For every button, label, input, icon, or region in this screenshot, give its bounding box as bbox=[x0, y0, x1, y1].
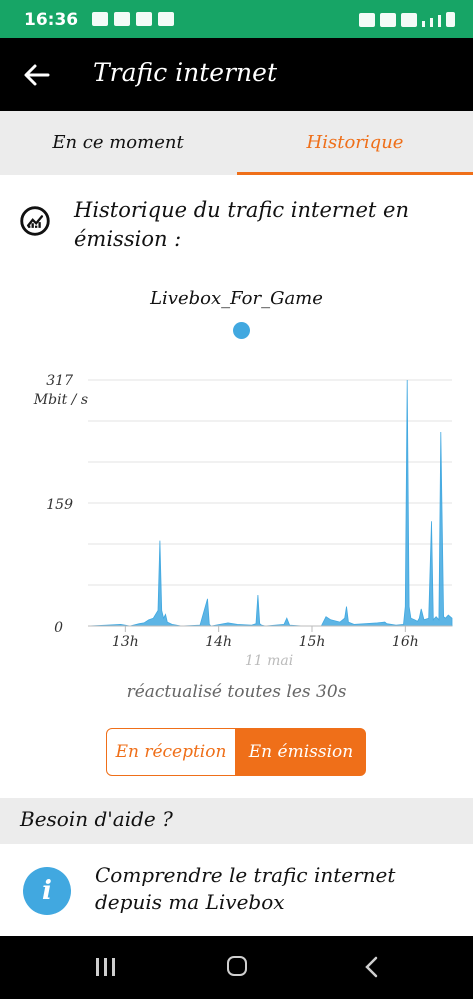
nav-back-icon[interactable] bbox=[362, 956, 382, 978]
gallery-icon bbox=[136, 12, 152, 26]
tab-en-ce-moment[interactable]: En ce moment bbox=[0, 111, 236, 175]
info-icon: i bbox=[23, 867, 71, 915]
system-nav-bar bbox=[0, 936, 473, 999]
signal-bar-icon bbox=[438, 15, 441, 27]
reception-button[interactable]: En réception bbox=[106, 728, 236, 776]
home-icon[interactable] bbox=[227, 956, 247, 976]
tab-label: Historique bbox=[306, 132, 404, 153]
traffic-chart: 317 Mbit / s 159 0 13h 14h 15h 16h 11 mai bbox=[33, 373, 453, 669]
signal-bar-icon bbox=[430, 18, 433, 27]
signal-bar-icon bbox=[422, 21, 425, 27]
help-header: Besoin d'aide ? bbox=[0, 798, 473, 844]
help-heading: Besoin d'aide ? bbox=[20, 807, 173, 831]
x-tick-label: 14h bbox=[205, 634, 232, 650]
alarm-icon bbox=[359, 13, 375, 27]
y-axis-label: Mbit / s bbox=[33, 392, 88, 408]
x-tick-label: 15h bbox=[299, 634, 326, 650]
page-title: Trafic internet bbox=[93, 58, 277, 87]
x-tick-label: 13h bbox=[112, 634, 139, 650]
section-title: Historique du trafic internet en émissio… bbox=[74, 198, 409, 251]
y-tick-label: 317 bbox=[46, 373, 73, 389]
snapchat-icon bbox=[92, 12, 108, 26]
help-item-label: Comprendre le trafic internet depuis ma … bbox=[95, 863, 396, 914]
status-bar: 16:36 bbox=[0, 0, 473, 38]
notification-icons bbox=[92, 12, 174, 26]
x-ticks: 13h 14h 15h 16h bbox=[112, 626, 419, 650]
active-tab-indicator bbox=[237, 172, 473, 175]
y-tick-label: 159 bbox=[46, 497, 73, 513]
back-arrow-icon[interactable] bbox=[22, 60, 52, 90]
y-tick-label: 0 bbox=[54, 620, 63, 636]
tab-historique[interactable]: Historique bbox=[237, 111, 473, 175]
system-icons bbox=[359, 12, 455, 27]
gridlines bbox=[88, 379, 452, 627]
tab-label: En ce moment bbox=[52, 132, 184, 153]
x-tick-label: 16h bbox=[392, 634, 419, 650]
app-bar: Trafic internet bbox=[0, 38, 473, 111]
gmail-icon bbox=[114, 12, 130, 26]
legend-label: Livebox_For_Game bbox=[150, 288, 323, 309]
refresh-text: réactualisé toutes les 30s bbox=[126, 682, 347, 702]
chart-icon bbox=[20, 206, 50, 236]
wifi-icon bbox=[380, 13, 396, 27]
help-item-traffic[interactable]: i Comprendre le trafic internet depuis m… bbox=[0, 846, 473, 936]
wifi-call-icon bbox=[401, 13, 417, 27]
calendar-icon bbox=[158, 12, 174, 26]
legend-dot[interactable] bbox=[233, 322, 250, 339]
recent-apps-icon[interactable] bbox=[96, 958, 116, 976]
direction-toggle: En réception En émission bbox=[106, 728, 366, 776]
battery-icon bbox=[446, 12, 455, 27]
emission-button[interactable]: En émission bbox=[236, 728, 366, 776]
tab-bar: En ce moment Historique bbox=[0, 111, 473, 175]
x-axis-label: 11 mai bbox=[245, 653, 293, 669]
status-time: 16:36 bbox=[24, 10, 79, 30]
